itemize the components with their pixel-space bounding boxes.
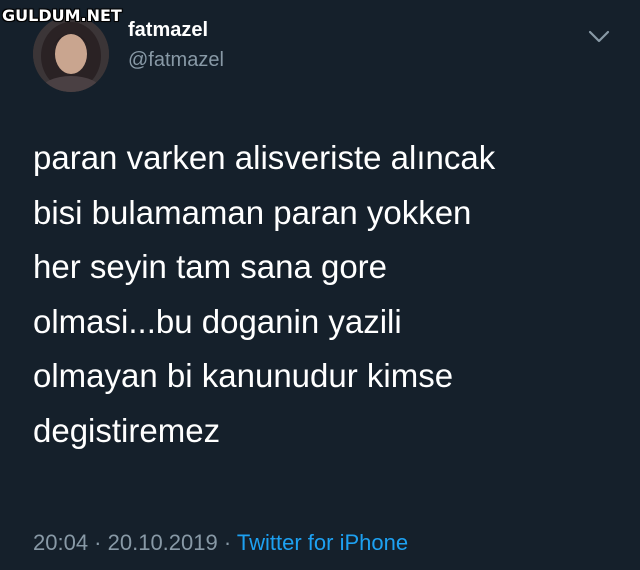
tweet-line: bisi bulamaman paran yokken bbox=[33, 193, 472, 231]
meta-separator: · bbox=[88, 530, 108, 555]
meta-separator: · bbox=[217, 530, 237, 555]
tweet-line: paran varken alisveriste alıncak bbox=[33, 139, 496, 176]
author-display-name[interactable]: fatmazel bbox=[128, 19, 208, 42]
watermark-logo: GULDUM.NET bbox=[2, 6, 122, 25]
tweet-line: degistiremez bbox=[33, 411, 221, 449]
avatar[interactable] bbox=[33, 16, 109, 92]
tweet-line: her seyin tam sana gore bbox=[33, 248, 388, 285]
tweet-date[interactable]: 20.10.2019 bbox=[108, 530, 218, 555]
chevron-down-icon[interactable] bbox=[584, 22, 614, 52]
tweet-text: paran varken alisveriste alıncak bisi bu… bbox=[33, 131, 613, 458]
tweet-line: olmayan bi kanunudur kimse bbox=[33, 357, 454, 394]
tweet-source-link[interactable]: Twitter for iPhone bbox=[237, 530, 408, 555]
tweet-line: olmasi...bu doganin yazili bbox=[33, 302, 402, 340]
tweet-time[interactable]: 20:04 bbox=[33, 530, 88, 555]
author-handle[interactable]: @fatmazel bbox=[128, 49, 224, 72]
tweet-meta: 20:04 · 20.10.2019 · Twitter for iPhone bbox=[33, 530, 408, 556]
avatar-photo bbox=[33, 16, 109, 92]
